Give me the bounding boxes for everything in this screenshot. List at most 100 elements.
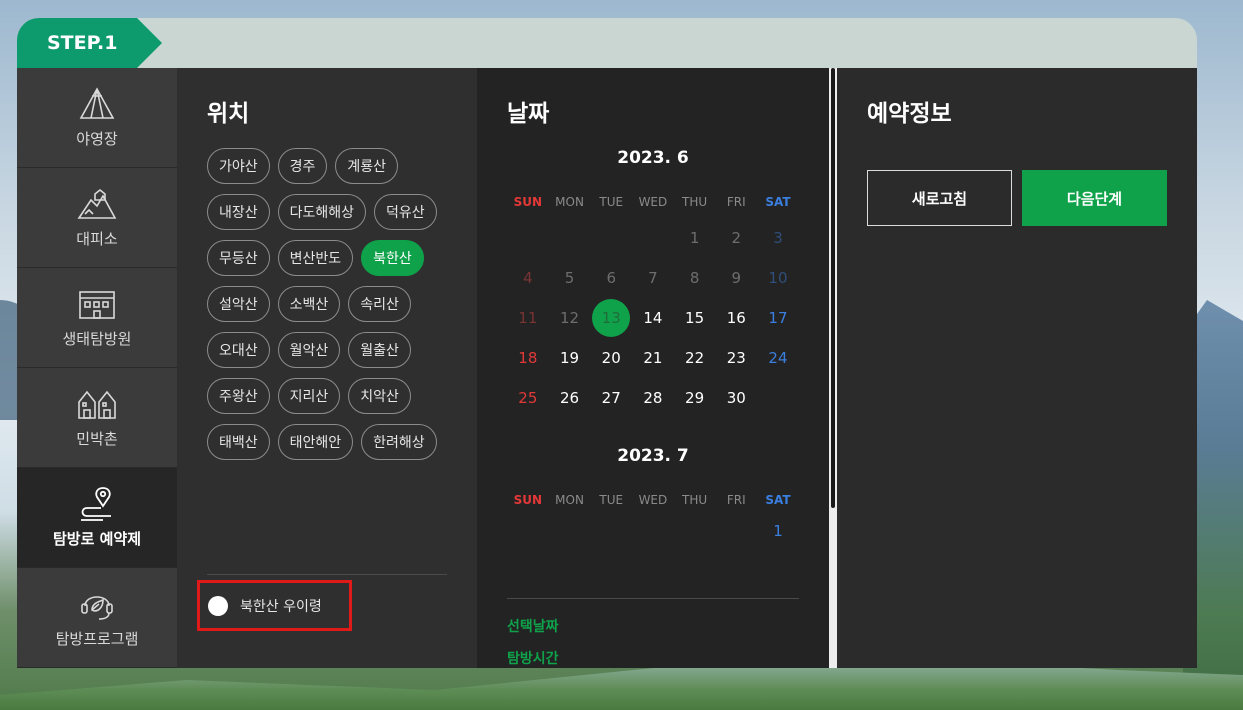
park-chip[interactable]: 다도해해상	[277, 194, 367, 230]
scrollbar-thumb[interactable]	[831, 68, 835, 508]
park-chip[interactable]: 무등산	[207, 240, 270, 276]
tent-icon	[79, 87, 115, 119]
park-chip[interactable]: 오대산	[207, 332, 270, 368]
sidebar-item-program[interactable]: 탐방프로그램	[17, 568, 177, 668]
calendar-week: 1 2 3	[507, 218, 799, 258]
sidebar-item-trail-reservation[interactable]: 탐방로 예약제	[17, 468, 177, 568]
weekday-label: MON	[555, 195, 584, 209]
park-chip[interactable]: 변산반도	[277, 240, 354, 276]
sidebar-item-label: 생태탐방원	[62, 330, 132, 348]
park-chip[interactable]: 태백산	[207, 424, 270, 460]
weekday-label: THU	[682, 195, 708, 209]
weekday-label: WED	[638, 195, 668, 209]
calendar-day[interactable]: 19	[549, 349, 591, 367]
calendar-day[interactable]: 17	[757, 309, 799, 327]
calendar-day[interactable]: 16	[715, 309, 757, 327]
park-chip[interactable]: 설악산	[207, 286, 270, 322]
date-column: 날짜 2023. 6 SUN MON TUE WED THU FRI SAT 1…	[477, 68, 829, 668]
houses-icon	[78, 390, 116, 419]
calendar-day[interactable]: 15	[674, 309, 716, 327]
weekday-label: FRI	[726, 195, 746, 209]
calendar-day[interactable]: 25	[507, 389, 549, 407]
reservation-panel: STEP.1 야영장 대피소 생태탐방원 민박촌 탐방로 예약제 탐방프로그램 …	[17, 18, 1197, 668]
calendar-day[interactable]: 23	[715, 349, 757, 367]
calendar-day: 7	[648, 269, 658, 287]
next-step-button[interactable]: 다음단계	[1022, 170, 1167, 226]
step-indicator: STEP.1	[17, 18, 162, 68]
weekday-label: SAT	[765, 195, 791, 209]
park-chip[interactable]: 치악산	[348, 378, 411, 414]
sidebar-item-minbak[interactable]: 민박촌	[17, 368, 177, 468]
trail-pin-icon	[81, 487, 111, 521]
visit-time-label: 탐방시간	[507, 651, 559, 667]
weekday-header: SUN MON TUE WED THU FRI SAT	[507, 484, 799, 516]
location-title: 위치	[207, 101, 250, 127]
calendar-week: 25 26 27 28 29 30	[507, 378, 799, 418]
calendar-day[interactable]: 28	[632, 389, 674, 407]
calendar-day[interactable]: 18	[507, 349, 549, 367]
park-chip[interactable]: 월악산	[277, 332, 341, 368]
today-marker: 13	[592, 299, 631, 337]
weekday-label: WED	[638, 493, 668, 507]
park-chip-selected[interactable]: 북한산	[361, 240, 424, 276]
weekday-label: TUE	[599, 493, 624, 507]
park-chip-list: 가야산 경주 계룡산 내장산 다도해해상 덕유산 무등산 변산반도 북한산 설악…	[207, 148, 447, 460]
trail-radio[interactable]	[208, 595, 228, 616]
park-chip[interactable]: 계룡산	[335, 148, 399, 184]
sidebar-item-label: 대피소	[76, 230, 118, 248]
weekday-label: SAT	[765, 493, 791, 507]
calendar-day[interactable]: 21	[632, 349, 674, 367]
park-chip[interactable]: 지리산	[277, 378, 341, 414]
location-column: 위치 가야산 경주 계룡산 내장산 다도해해상 덕유산 무등산 변산반도 북한산…	[177, 68, 477, 668]
park-chip[interactable]: 한려해상	[361, 424, 437, 460]
leaf-headset-icon	[81, 596, 113, 620]
calendar-day[interactable]: 14	[632, 309, 674, 327]
sidebar-item-label: 탐방로 예약제	[52, 530, 142, 548]
reservation-info-title: 예약정보	[867, 101, 952, 127]
calendar-day: 6	[606, 269, 616, 287]
park-chip[interactable]: 덕유산	[374, 194, 437, 230]
sidebar-item-shelter[interactable]: 대피소	[17, 168, 177, 268]
weekday-header: SUN MON TUE WED THU FRI SAT	[507, 186, 799, 218]
park-chip[interactable]: 월출산	[348, 332, 411, 368]
park-chip[interactable]: 경주	[277, 148, 328, 184]
calendar-day[interactable]: 20	[590, 349, 632, 367]
weekday-label: FRI	[726, 493, 746, 507]
step-bar: STEP.1	[17, 18, 1197, 68]
sidebar-item-label: 야영장	[76, 130, 118, 148]
category-sidebar: 야영장 대피소 생태탐방원 민박촌 탐방로 예약제 탐방프로그램	[17, 68, 177, 668]
park-chip[interactable]: 태안해안	[277, 424, 354, 460]
calendar-day[interactable]: 22	[674, 349, 716, 367]
selected-date-label: 선택날짜	[507, 619, 559, 635]
park-chip[interactable]: 속리산	[348, 286, 411, 322]
calendar-day[interactable]: 30	[715, 389, 757, 407]
weekday-label: TUE	[599, 195, 624, 209]
calendar-day[interactable]: 26	[549, 389, 591, 407]
calendar-day[interactable]: 27	[590, 389, 632, 407]
calendar-day[interactable]: 1	[757, 522, 799, 540]
refresh-button[interactable]: 새로고침	[867, 170, 1012, 226]
park-chip[interactable]: 주왕산	[207, 378, 270, 414]
park-chip[interactable]: 내장산	[207, 194, 270, 230]
calendar-week: 4 5 6 7 8 9 10	[507, 258, 799, 298]
calendar-day[interactable]: 24	[757, 349, 799, 367]
sidebar-item-campground[interactable]: 야영장	[17, 68, 177, 168]
calendar-day: 1	[689, 229, 700, 247]
calendar-day: 8	[689, 269, 700, 287]
calendar-week: 18 19 20 21 22 23 24	[507, 338, 799, 378]
calendar-day: 10	[768, 269, 788, 287]
calendar-day: 3	[773, 229, 783, 247]
park-chip[interactable]: 소백산	[277, 286, 341, 322]
building-icon	[79, 291, 115, 319]
trail-option[interactable]: 북한산 우이령	[197, 580, 352, 631]
date-title: 날짜	[507, 101, 550, 127]
calendar-day: 11	[518, 309, 538, 327]
sidebar-item-eco-center[interactable]: 생태탐방원	[17, 268, 177, 368]
calendar-july: SUN MON TUE WED THU FRI SAT 1	[507, 484, 799, 546]
date-scrollbar[interactable]	[829, 68, 837, 668]
calendar-day[interactable]: 29	[674, 389, 716, 407]
sidebar-item-label: 탐방프로그램	[55, 630, 139, 648]
sidebar-item-label: 민박촌	[76, 430, 118, 448]
calendar-day-today[interactable]: 13	[590, 299, 632, 337]
park-chip[interactable]: 가야산	[207, 148, 270, 184]
